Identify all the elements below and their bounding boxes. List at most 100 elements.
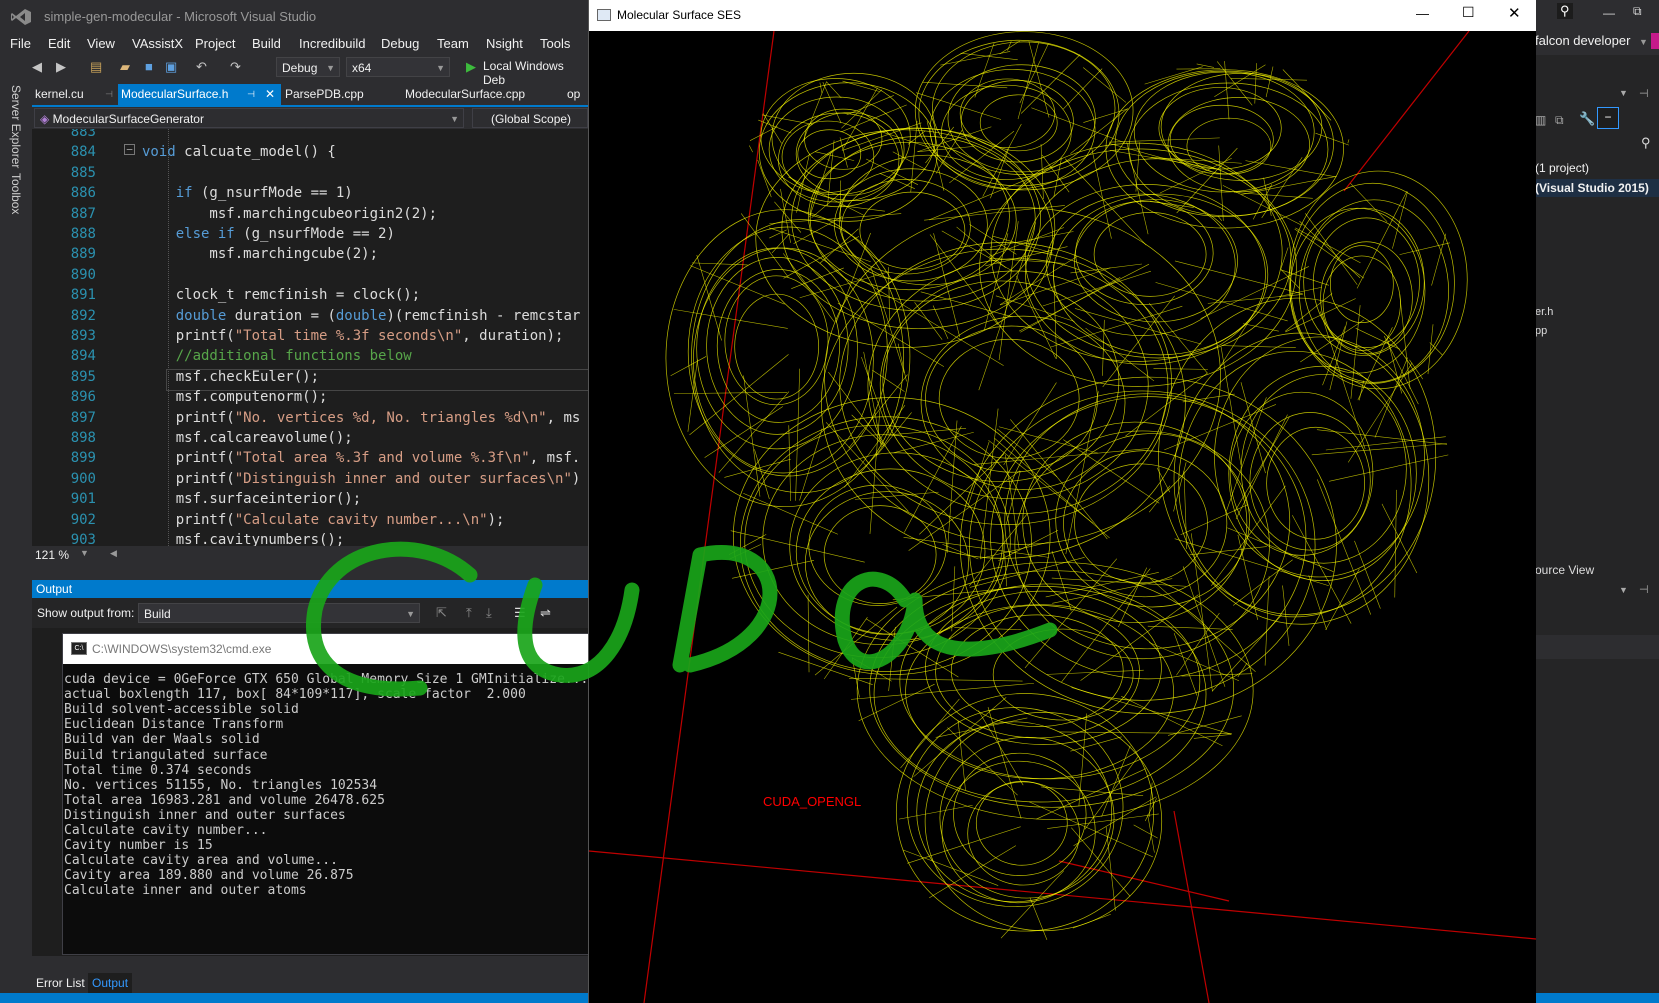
avatar[interactable]	[1651, 33, 1659, 49]
code-text: if (g_nsurfMode == 1)	[175, 185, 353, 202]
copy-icon[interactable]: ⧉	[1555, 113, 1564, 128]
mesh-edge	[1065, 391, 1099, 555]
mesh-edge	[1300, 319, 1365, 363]
save-all-icon[interactable]: ▣	[165, 59, 177, 75]
show-all-files-icon[interactable]: ▥	[1535, 113, 1546, 127]
line-number: 885	[70, 164, 96, 181]
go-to-next-icon[interactable]: ⤓	[486, 605, 492, 621]
server-explorer-tab[interactable]: Server Explorer	[9, 85, 23, 168]
redo-icon[interactable]: ↷	[230, 59, 241, 75]
code-text: msf.surfaceinterior();	[142, 491, 362, 508]
chevron-down-icon[interactable]: ▼	[1639, 37, 1648, 47]
chevron-down-icon[interactable]: ▼	[1619, 585, 1628, 595]
menu-view[interactable]: View	[87, 36, 115, 51]
minimize-icon[interactable]: —	[1603, 6, 1615, 20]
tab-output[interactable]: Output	[88, 973, 133, 993]
file-node-h[interactable]: er.h	[1535, 306, 1553, 318]
mesh-edge	[1164, 404, 1276, 451]
restore-icon[interactable]: ⧉	[1633, 4, 1642, 19]
account-name[interactable]: falcon developer	[1535, 33, 1630, 48]
tab-resource-view[interactable]: ource View	[1535, 563, 1594, 577]
class-dropdown[interactable]: ◈ ModecularSurfaceGenerator ▼	[34, 108, 464, 128]
save-icon[interactable]: ■	[145, 59, 153, 74]
undo-icon[interactable]: ↶	[196, 59, 207, 75]
window-title: simple-gen-modecular - Microsoft Visual …	[44, 9, 317, 24]
mesh-edge	[837, 302, 945, 367]
menu-incredibuild[interactable]: Incredibuild	[299, 36, 366, 51]
cmd-window[interactable]: C:\ C:\WINDOWS\system32\cmd.exe cuda dev…	[62, 633, 590, 955]
start-debug-button[interactable]: Local Windows Deb	[483, 59, 588, 87]
play-icon[interactable]: ▶	[466, 59, 476, 75]
scope-dropdown[interactable]: (Global Scope)	[472, 108, 588, 128]
go-to-previous-icon[interactable]: ⤒	[466, 605, 472, 621]
tab-modecularsurface-h[interactable]: ModecularSurface.h ⊣ ✕	[118, 84, 281, 105]
clear-all-icon[interactable]: ☰	[514, 605, 526, 621]
menu-nsight[interactable]: Nsight	[486, 36, 523, 51]
pin-icon[interactable]: ⊣	[1639, 583, 1649, 596]
mesh-edge	[783, 253, 835, 322]
scroll-left-icon[interactable]: ◀	[110, 548, 117, 559]
word-wrap-icon[interactable]: ⇌	[540, 605, 551, 621]
chevron-down-icon[interactable]: ▼	[80, 548, 89, 558]
menu-project[interactable]: Project	[195, 36, 235, 51]
opengl-window-title: Molecular Surface SES	[617, 8, 742, 22]
find-message-icon[interactable]: ⇱	[436, 605, 447, 621]
opengl-window[interactable]: Molecular Surface SES — ☐ ✕ CUDA_OPENGL	[588, 0, 1536, 1003]
mesh-edge	[1235, 414, 1288, 520]
mesh-edge	[951, 566, 956, 632]
search-icon[interactable]: ⚲	[1557, 3, 1573, 19]
forward-icon[interactable]: ▶	[56, 59, 66, 75]
mesh-edge	[840, 104, 907, 133]
minimize-icon[interactable]: —	[1416, 6, 1429, 21]
close-icon[interactable]: ✕	[1508, 4, 1521, 22]
menu-tools[interactable]: Tools	[540, 36, 570, 51]
new-project-icon[interactable]: ▤	[90, 59, 102, 75]
tab-op[interactable]: op	[564, 84, 591, 105]
mesh-edge	[974, 448, 1149, 465]
menu-file[interactable]: File	[10, 36, 31, 51]
code-text: msf.cavitynumbers();	[142, 532, 345, 546]
configuration-dropdown[interactable]: Debug ▼	[276, 57, 340, 77]
pin-icon[interactable]: ⊣	[247, 84, 255, 105]
pin-icon[interactable]: ⊣	[1639, 87, 1649, 100]
show-output-label: Show output from:	[37, 606, 135, 620]
menu-edit[interactable]: Edit	[48, 36, 70, 51]
mesh-edge	[1329, 321, 1348, 391]
tab-modecularsurface-cpp[interactable]: ModecularSurface.cpp	[402, 84, 555, 105]
platform-dropdown[interactable]: x64 ▼	[346, 57, 450, 77]
chevron-down-icon[interactable]: ▼	[1619, 88, 1628, 98]
mesh-edge	[1029, 801, 1154, 858]
code-line: 883	[32, 129, 588, 143]
menu-team[interactable]: Team	[437, 36, 469, 51]
mesh-edge	[949, 130, 1015, 184]
search-icon[interactable]: ⚲	[1641, 135, 1651, 151]
menu-debug[interactable]: Debug	[381, 36, 419, 51]
back-icon[interactable]: ◀	[32, 59, 42, 75]
tab-error-list[interactable]: Error List	[36, 976, 85, 990]
toolbox-tab[interactable]: Toolbox	[9, 173, 23, 214]
menu-vassistx[interactable]: VAssistX	[132, 36, 183, 51]
output-source-dropdown[interactable]: Build ▼	[138, 603, 420, 623]
open-folder-icon[interactable]: ▰	[120, 59, 130, 75]
pin-icon[interactable]: ⊣	[105, 84, 113, 105]
output-title: Output	[36, 582, 73, 596]
project-node[interactable]: (Visual Studio 2015)	[1535, 179, 1659, 197]
maximize-icon[interactable]: ☐	[1462, 4, 1475, 21]
opengl-canvas[interactable]: CUDA_OPENGL	[589, 31, 1536, 1003]
zoom-level[interactable]: 121 %	[35, 548, 69, 562]
cmd-title-bar: C:\ C:\WINDOWS\system32\cmd.exe	[63, 634, 589, 664]
code-editor[interactable]: − 883 884 void calcuate_model() {885 886 if…	[32, 129, 588, 546]
file-node-cpp[interactable]: pp	[1535, 325, 1547, 337]
class-icon: ◈	[40, 112, 53, 126]
menu-build[interactable]: Build	[252, 36, 281, 51]
mesh-edge	[1308, 575, 1327, 630]
close-icon[interactable]: ✕	[265, 84, 275, 105]
mesh-edge	[1193, 734, 1232, 739]
side-tool-strip: Server Explorer Toolbox	[0, 81, 28, 1003]
properties-wrench-icon[interactable]: 🔧	[1579, 111, 1595, 127]
axis-line	[1343, 31, 1470, 192]
collapse-all-icon[interactable]: −	[1597, 107, 1619, 129]
tab-parsepdb-cpp[interactable]: ParsePDB.cpp	[282, 84, 395, 105]
tab-kernel-cu[interactable]: kernel.cu ⊣	[32, 84, 119, 105]
vs-title-right: ⚲ — ⧉ falcon developer ▼	[1535, 0, 1659, 55]
